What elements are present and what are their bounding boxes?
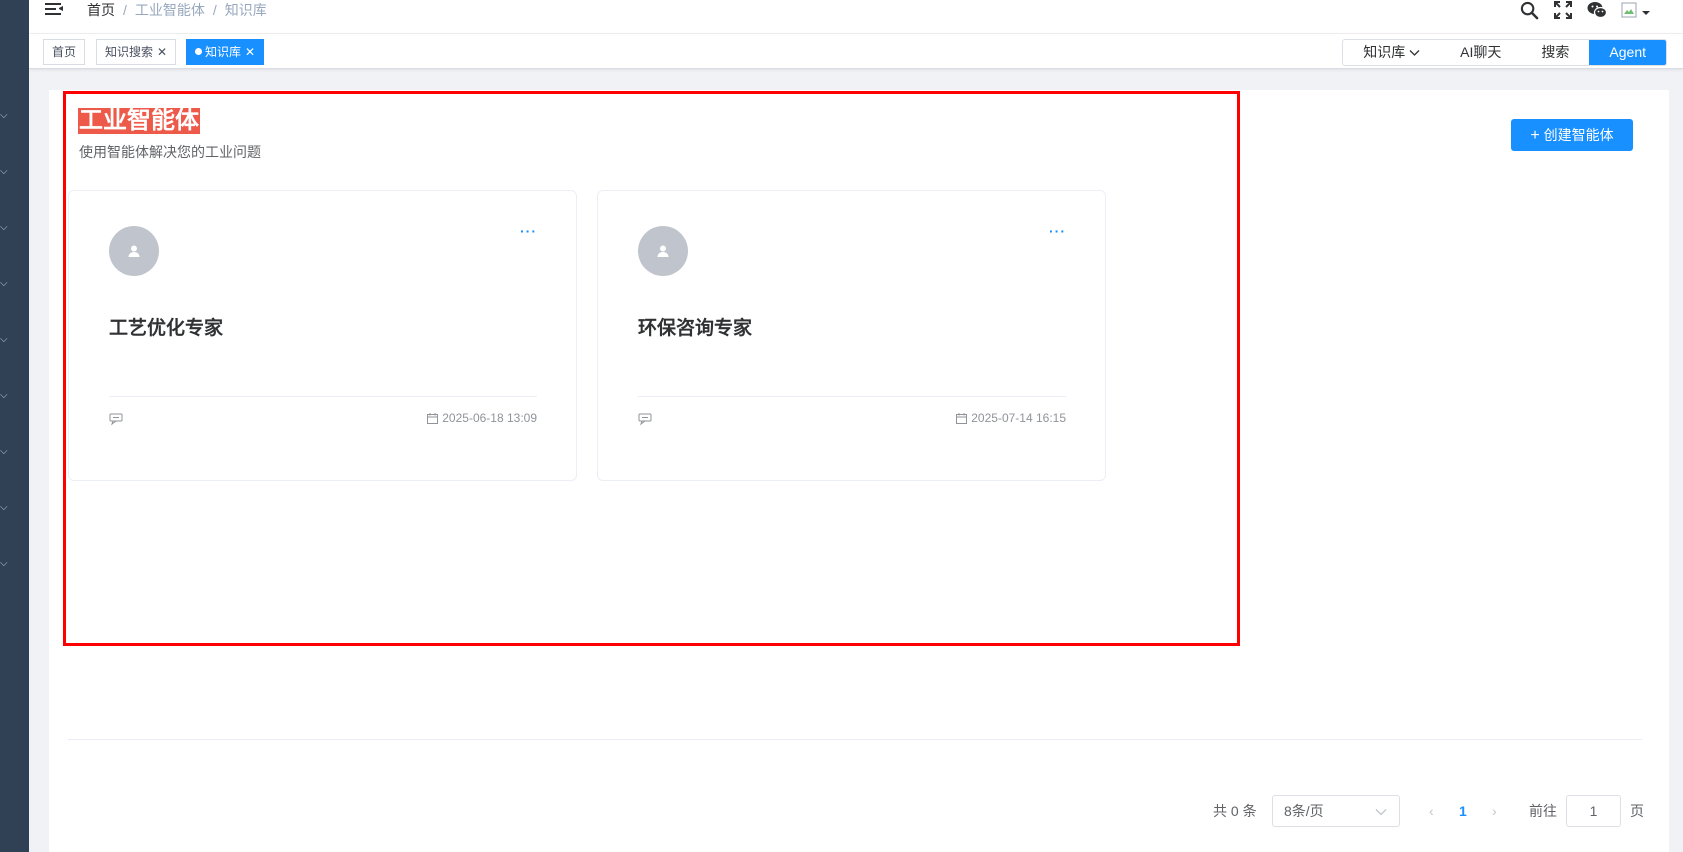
navbar-tools xyxy=(1519,0,1655,20)
chevron-down-icon[interactable]: ⌵ xyxy=(0,223,12,233)
agent-avatar xyxy=(638,226,688,276)
breadcrumb-home[interactable]: 首页 xyxy=(87,2,115,18)
agent-date: 2025-07-14 16:15 xyxy=(956,411,1066,425)
chevron-down-icon[interactable]: ⌵ xyxy=(0,335,12,345)
pagination-divider xyxy=(68,739,1642,740)
avatar[interactable] xyxy=(1621,0,1655,20)
tag-label: 首页 xyxy=(52,45,77,59)
agent-card[interactable]: ··· 环保咨询专家 2025-07-14 16:15 xyxy=(597,190,1106,481)
mode-label: Agent xyxy=(1609,44,1646,60)
goto-label: 前往 xyxy=(1529,803,1557,819)
create-agent-button[interactable]: + 创建智能体 xyxy=(1511,119,1633,151)
agent-name: 工艺优化专家 xyxy=(109,318,224,339)
pagination-total: 共 0 条 xyxy=(1213,803,1257,819)
chevron-down-icon xyxy=(1375,796,1387,826)
caret-down-icon xyxy=(1642,11,1650,15)
page-size-value: 8条/页 xyxy=(1284,803,1324,819)
prev-page-button[interactable]: ‹ xyxy=(1429,795,1434,827)
mode-label: 知识库 xyxy=(1363,44,1406,60)
mode-search[interactable]: 搜索 xyxy=(1521,40,1589,65)
mode-knowledge-base[interactable]: 知识库 xyxy=(1343,40,1440,65)
mode-agent[interactable]: Agent xyxy=(1589,40,1666,65)
plus-icon: + xyxy=(1530,127,1540,144)
search-icon[interactable] xyxy=(1519,0,1539,20)
mode-ai-chat[interactable]: AI聊天 xyxy=(1440,40,1521,65)
wechat-icon[interactable] xyxy=(1587,0,1607,20)
page-size-select[interactable]: 8条/页 xyxy=(1272,795,1400,827)
tag-home[interactable]: 首页 xyxy=(43,39,86,65)
tag-label: 知识库 xyxy=(205,45,242,59)
more-icon[interactable]: ··· xyxy=(520,223,537,239)
close-icon[interactable]: ✕ xyxy=(157,45,167,59)
hamburger-icon[interactable] xyxy=(45,2,63,18)
breadcrumb-agents[interactable]: 工业智能体 xyxy=(135,2,205,18)
mode-switch: 知识库 AI聊天 搜索 Agent xyxy=(1342,39,1667,66)
fullscreen-icon[interactable] xyxy=(1553,0,1573,20)
goto-page-input[interactable]: 1 xyxy=(1566,795,1621,827)
agent-date-text: 2025-07-14 16:15 xyxy=(971,411,1066,425)
calendar-icon xyxy=(956,412,968,424)
agent-date: 2025-06-18 13:09 xyxy=(427,411,537,425)
sidebar: ⌵ ⌵ ⌵ ⌵ ⌵ ⌵ ⌵ ⌵ ⌵ xyxy=(0,0,29,852)
chevron-down-icon[interactable]: ⌵ xyxy=(0,503,12,513)
user-icon xyxy=(128,245,140,257)
breadcrumb: 首页 / 工业智能体 / 知识库 xyxy=(87,1,267,19)
user-icon xyxy=(657,245,669,257)
chevron-down-icon[interactable]: ⌵ xyxy=(0,167,12,177)
breadcrumb-separator: / xyxy=(212,2,217,18)
next-page-button[interactable]: › xyxy=(1492,795,1497,827)
tags-view: 首页 知识搜索 ✕ 知识库 ✕ 知识库 AI聊天 搜索 Agent xyxy=(29,34,1683,69)
chat-icon xyxy=(109,413,123,426)
chevron-down-icon[interactable]: ⌵ xyxy=(0,447,12,457)
page-suffix: 页 xyxy=(1630,803,1644,819)
tag-knowledge-base[interactable]: 知识库 ✕ xyxy=(186,39,265,65)
chevron-down-icon[interactable]: ⌵ xyxy=(0,391,12,401)
more-icon[interactable]: ··· xyxy=(1049,223,1066,239)
chevron-down-icon[interactable]: ⌵ xyxy=(0,111,12,121)
chat-icon xyxy=(638,413,652,426)
agent-card[interactable]: ··· 工艺优化专家 2025-06-18 13:09 xyxy=(68,190,577,481)
page-subtitle: 使用智能体解决您的工业问题 xyxy=(79,144,261,160)
chevron-down-icon[interactable]: ⌵ xyxy=(0,559,12,569)
chevron-down-icon xyxy=(1409,50,1420,56)
close-icon[interactable]: ✕ xyxy=(245,45,255,59)
navbar: 首页 / 工业智能体 / 知识库 xyxy=(29,0,1683,34)
agent-avatar xyxy=(109,226,159,276)
agent-name: 环保咨询专家 xyxy=(638,318,753,339)
breadcrumb-separator: / xyxy=(123,2,127,18)
mode-label: 搜索 xyxy=(1541,44,1570,60)
active-dot-icon xyxy=(195,48,202,55)
breadcrumb-current: 知识库 xyxy=(224,2,267,18)
main-content: 工业智能体 使用智能体解决您的工业问题 + 创建智能体 ··· 工艺优化专家 20… xyxy=(49,90,1669,852)
chevron-down-icon[interactable]: ⌵ xyxy=(0,279,12,289)
create-agent-label: 创建智能体 xyxy=(1543,127,1614,143)
mode-label: AI聊天 xyxy=(1460,44,1502,60)
tag-label: 知识搜索 xyxy=(105,45,154,59)
calendar-icon xyxy=(427,412,439,424)
card-divider xyxy=(109,396,537,397)
page-number-current[interactable]: 1 xyxy=(1459,795,1467,827)
tag-knowledge-search[interactable]: 知识搜索 ✕ xyxy=(96,39,177,65)
page-title: 工业智能体 xyxy=(78,107,200,134)
card-divider xyxy=(638,396,1066,397)
agent-date-text: 2025-06-18 13:09 xyxy=(442,411,537,425)
